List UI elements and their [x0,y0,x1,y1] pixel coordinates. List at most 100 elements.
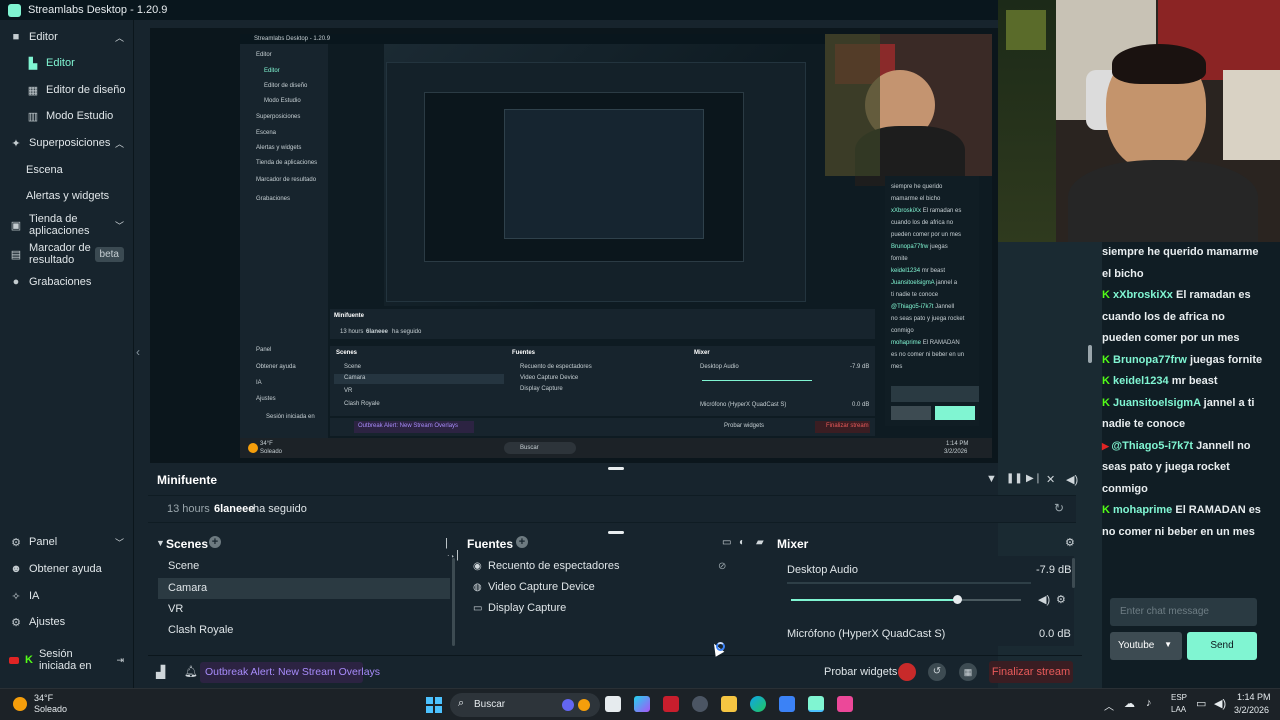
platform-select[interactable]: Youtube ▼ [1110,632,1182,660]
stats-icon[interactable]: ▟ [156,665,165,679]
alert-banner[interactable]: Outbreak Alert: New Stream Overlays [200,662,380,683]
end-stream-button[interactable]: Finalizar stream [989,661,1073,683]
mixer-scrollbar[interactable] [1072,558,1075,588]
visibility-off-icon[interactable]: ⊘ [718,556,726,577]
windows-start-icon[interactable] [426,697,442,713]
collapse-arrow-icon[interactable]: ‹ [136,345,140,359]
sidebar-item-editor-tab[interactable]: ▙ Editor [0,54,134,72]
sidebar-item-logged-in[interactable]: K Sesión iniciada en ⇥ [0,647,134,673]
steam-icon[interactable] [692,696,708,712]
sidebar-item-scene[interactable]: Escena [0,161,134,179]
sidebar-item-app-store[interactable]: ▣ Tienda de aplicaciones ﹀ [0,212,134,238]
chat-username[interactable]: @Thiago5-i7k7t [1111,440,1196,452]
track-settings-icon[interactable]: ⚙ [1056,593,1066,606]
chat-username[interactable]: keidel1234 [1113,375,1172,387]
source-item[interactable]: ▭ Display Capture [466,598,766,619]
sidebar-item-studio-mode[interactable]: ▥ Modo Estudio [0,107,134,125]
source-group-icon[interactable]: ▭ [722,537,731,548]
sidebar-item-ai[interactable]: ✧ IA [0,587,134,605]
mcafee-icon[interactable] [663,696,679,712]
add-scene-icon[interactable]: + [209,536,221,548]
chat-username[interactable]: Brunopa77frw [1113,354,1190,366]
volume-icon[interactable]: ◀) [1214,697,1226,710]
chat-resize-handle[interactable] [1088,345,1092,363]
vpn-shield-icon[interactable] [779,696,795,712]
clock-time[interactable]: 1:14 PM [1237,692,1271,702]
sidebar-item-panel[interactable]: ⚙ Panel ﹀ [0,533,134,551]
monitor-icon: ▭ [473,603,483,614]
network-icon[interactable]: ▭ [1196,697,1206,710]
chevron-up-icon[interactable]: ︿ [1104,698,1114,713]
copilot-app-icon[interactable] [634,696,650,712]
sidebar-item-scoreboard[interactable]: ▤ Marcador de resultado beta [0,241,134,267]
nested-preview [384,44,824,306]
kick-icon: K [25,654,33,666]
chat-username[interactable]: mohaprime [1113,504,1175,516]
scene-item[interactable]: Scene [158,556,452,577]
sidebar-item-recordings[interactable]: ● Grabaciones [0,273,134,291]
editor-tab-icon: ▙ [28,57,38,70]
taskbar-search[interactable]: ⌕ Buscar [450,693,600,717]
chat-username[interactable]: JuansitoelsigmA [1113,397,1204,409]
chevron-down-icon[interactable]: ﹀ [115,536,124,549]
chevron-down-icon[interactable]: ﹀ [115,219,124,232]
eye-icon[interactable]: ◉ [473,556,482,577]
source-item[interactable]: ◉ Recuento de espectadores ⊘ [466,556,766,577]
sidebar-item-help[interactable]: ☻ Obtener ayuda [0,560,134,578]
filter-icon[interactable]: ▼ [986,473,997,485]
chat-text: siempre he querido mamarme el bicho [1102,246,1259,280]
scene-item[interactable]: VR [158,599,452,620]
file-explorer-icon[interactable] [721,696,737,712]
widget-icon [578,699,590,711]
scoreboard-icon: ▤ [10,248,22,261]
sidebar-item-overlays[interactable]: ✦ Superposiciones ︿ [0,134,134,152]
studio-icon: ▥ [27,110,39,123]
edge-icon[interactable] [750,696,766,712]
add-source-icon[interactable]: + [516,536,528,548]
test-widgets-label[interactable]: Probar widgets [824,666,897,678]
chevron-up-icon[interactable]: ︿ [115,137,124,150]
bell-icon[interactable]: 🔔︎ [184,665,198,678]
gear-icon[interactable]: ⚙ [1065,536,1075,549]
loading-spinner-icon [716,642,725,651]
cloud-icon[interactable]: ☁ [1124,697,1135,710]
sidebar-item-settings[interactable]: ⚙ Ajustes [0,613,134,631]
pause-icon[interactable]: ❚❚ [1006,473,1023,484]
scene-item[interactable]: Clash Royale [158,620,452,641]
scene-item-selected[interactable]: Camara [158,578,450,599]
microphone-icon[interactable]: ♪ [1146,697,1152,709]
folder-icon[interactable]: ▰ [756,537,764,548]
send-button[interactable]: Send [1187,632,1257,660]
speaker-icon[interactable]: ◀) [1038,593,1050,606]
chat-message-input[interactable]: Enter chat message [1110,598,1257,626]
schedule-icon[interactable]: ▦ [959,663,977,681]
source-display-icon[interactable]: ◐ [739,537,745,548]
replay-buffer-icon[interactable]: ↺ [928,663,946,681]
mixer-track-level: -7.9 dB [1036,564,1072,576]
chevron-up-icon[interactable]: ︿ [115,31,124,44]
lang-bottom[interactable]: LAA [1171,705,1186,714]
replay-icon[interactable]: ↻ [1054,501,1064,515]
streamlabs-taskbar-icon[interactable] [808,696,824,712]
tiktok-icon[interactable] [837,696,853,712]
logout-icon[interactable]: ⇥ [116,655,124,666]
volume-slider[interactable] [791,595,1021,604]
skip-icon[interactable]: ▶❘ [1026,473,1042,484]
sidebar-item-alerts-widgets[interactable]: Alertas y widgets [0,187,134,205]
source-item[interactable]: ◍ Video Capture Device [466,577,766,598]
mute-notifications-icon[interactable]: ✕ [1046,473,1055,486]
volume-icon[interactable]: ◀) [1066,473,1078,486]
record-button[interactable] [898,663,916,681]
volume-slider-handle[interactable] [952,595,962,604]
scenes-scrollbar[interactable] [452,558,455,646]
sidebar-item-layout-editor[interactable]: ▦ Editor de diseño [0,81,134,99]
sidebar-item-editor[interactable]: ■ Editor ︿ [0,28,134,46]
feed-user: 6laneee [214,503,255,515]
lang-top[interactable]: ESP [1171,693,1187,702]
chat-username[interactable]: xXbroskiXx [1113,289,1176,301]
window-title: Streamlabs Desktop - 1.20.9 [28,4,168,16]
collapse-icon[interactable]: ▼ [156,538,165,548]
clock-date[interactable]: 3/2/2026 [1234,705,1269,715]
task-view-icon[interactable] [605,696,621,712]
chat-message: K JuansitoelsigmA jannel a ti nadie te c… [1102,393,1266,436]
